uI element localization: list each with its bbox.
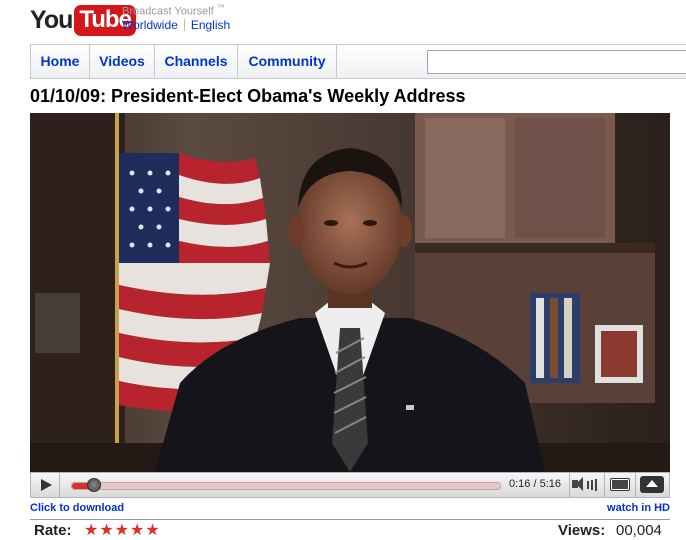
volume-icon: [572, 477, 583, 491]
tab-community[interactable]: Community: [238, 45, 337, 78]
control-divider: [635, 473, 636, 497]
screen-size-icon[interactable]: [610, 478, 630, 491]
trademark-mark: ™: [216, 3, 225, 12]
tab-channels[interactable]: Channels: [155, 45, 238, 78]
volume-level-bar: [591, 480, 593, 490]
locale-divider: [183, 19, 185, 31]
main-nav-bar: Home Videos Channels Community: [30, 44, 686, 79]
logo-you-text: You: [30, 5, 73, 34]
video-title: 01/10/09: President-Elect Obama's Weekly…: [30, 86, 466, 106]
tab-videos[interactable]: Videos: [90, 45, 155, 78]
video-player[interactable]: [30, 113, 670, 472]
video-frame-image: [30, 113, 670, 472]
play-button[interactable]: [31, 473, 60, 497]
download-link[interactable]: Click to download: [30, 502, 124, 514]
tagline-text: Broadcast Yourself: [122, 5, 214, 18]
control-divider: [604, 473, 605, 497]
progress-bar[interactable]: [71, 478, 501, 492]
youtube-logo[interactable]: You Tube: [30, 4, 136, 36]
volume-button[interactable]: [572, 477, 600, 493]
play-icon: [41, 479, 52, 491]
volume-level-bar: [595, 479, 597, 491]
control-divider: [569, 473, 570, 497]
locale-selector: Worldwide English: [122, 18, 230, 32]
search-input[interactable]: [427, 50, 686, 74]
time-display: 0:16 / 5:16: [509, 478, 561, 490]
region-link[interactable]: Worldwide: [122, 18, 178, 32]
fullscreen-icon[interactable]: [640, 476, 664, 493]
progress-scrubber[interactable]: [86, 478, 101, 492]
tagline: Broadcast Yourself ™: [122, 3, 225, 18]
volume-level-bar: [587, 481, 589, 489]
tab-home[interactable]: Home: [31, 45, 90, 78]
rating-stars[interactable]: ★★★★★: [84, 520, 161, 540]
player-controls: 0:16 / 5:16: [30, 472, 670, 498]
watch-hd-link[interactable]: watch in HD: [607, 502, 670, 514]
language-link[interactable]: English: [191, 18, 230, 32]
